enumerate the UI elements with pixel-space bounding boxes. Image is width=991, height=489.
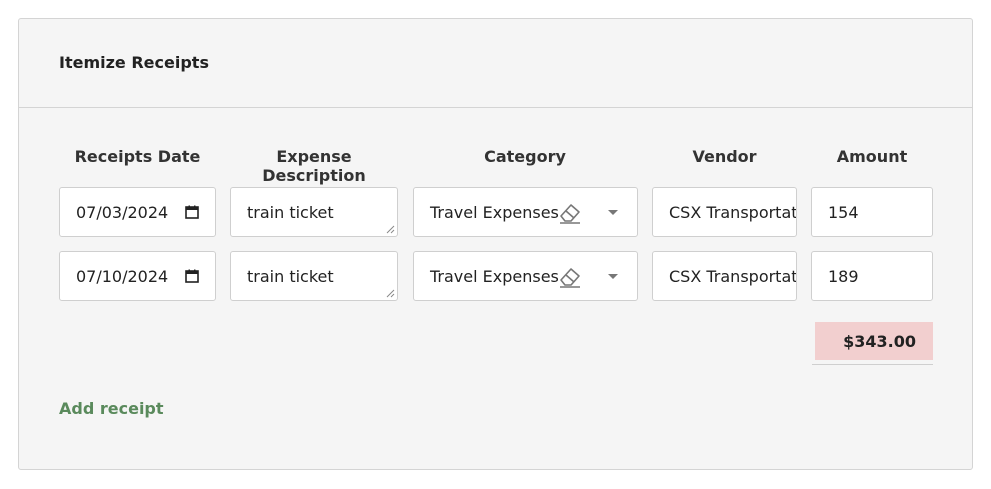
- amount-value: 154: [828, 202, 859, 222]
- resize-grip-icon[interactable]: [386, 225, 395, 234]
- caret-down-icon[interactable]: [608, 274, 618, 279]
- receipt-date-value: 07/03/2024: [76, 202, 169, 222]
- panel-header: Itemize Receipts: [19, 19, 972, 108]
- total-divider: [812, 364, 933, 365]
- receipt-date-input[interactable]: 07/10/2024: [59, 251, 216, 301]
- calendar-icon[interactable]: [185, 205, 199, 219]
- expense-description-textarea[interactable]: train ticket: [230, 251, 398, 301]
- vendor-value: CSX Transportation: [669, 266, 797, 286]
- itemize-receipts-panel: Itemize Receipts Receipts Date Expense D…: [18, 18, 973, 470]
- amount-input[interactable]: 154: [811, 187, 933, 237]
- expense-description-textarea[interactable]: train ticket: [230, 187, 398, 237]
- expense-description-value: train ticket: [247, 266, 334, 286]
- eraser-icon[interactable]: [557, 201, 583, 225]
- receipt-date-input[interactable]: 07/03/2024: [59, 187, 216, 237]
- category-value: Travel Expenses: [430, 202, 559, 222]
- calendar-icon[interactable]: [185, 269, 199, 283]
- column-header-category: Category: [484, 147, 566, 166]
- eraser-icon[interactable]: [557, 265, 583, 289]
- vendor-input[interactable]: CSX Transportation: [652, 187, 797, 237]
- column-header-vendor: Vendor: [692, 147, 757, 166]
- add-receipt-link[interactable]: Add receipt: [59, 399, 164, 418]
- column-header-date: Receipts Date: [74, 147, 201, 166]
- caret-down-icon[interactable]: [608, 210, 618, 215]
- vendor-input[interactable]: CSX Transportation: [652, 251, 797, 301]
- category-select[interactable]: Travel Expenses: [413, 187, 638, 237]
- receipt-date-value: 07/10/2024: [76, 266, 169, 286]
- column-header-amount: Amount: [836, 147, 908, 166]
- expense-description-value: train ticket: [247, 202, 334, 222]
- column-header-description: Expense Description: [262, 147, 366, 185]
- category-value: Travel Expenses: [430, 266, 559, 286]
- vendor-value: CSX Transportation: [669, 202, 797, 222]
- amount-value: 189: [828, 266, 859, 286]
- total-amount: $343.00: [815, 322, 933, 360]
- resize-grip-icon[interactable]: [386, 289, 395, 298]
- panel-title: Itemize Receipts: [59, 52, 209, 72]
- category-select[interactable]: Travel Expenses: [413, 251, 638, 301]
- amount-input[interactable]: 189: [811, 251, 933, 301]
